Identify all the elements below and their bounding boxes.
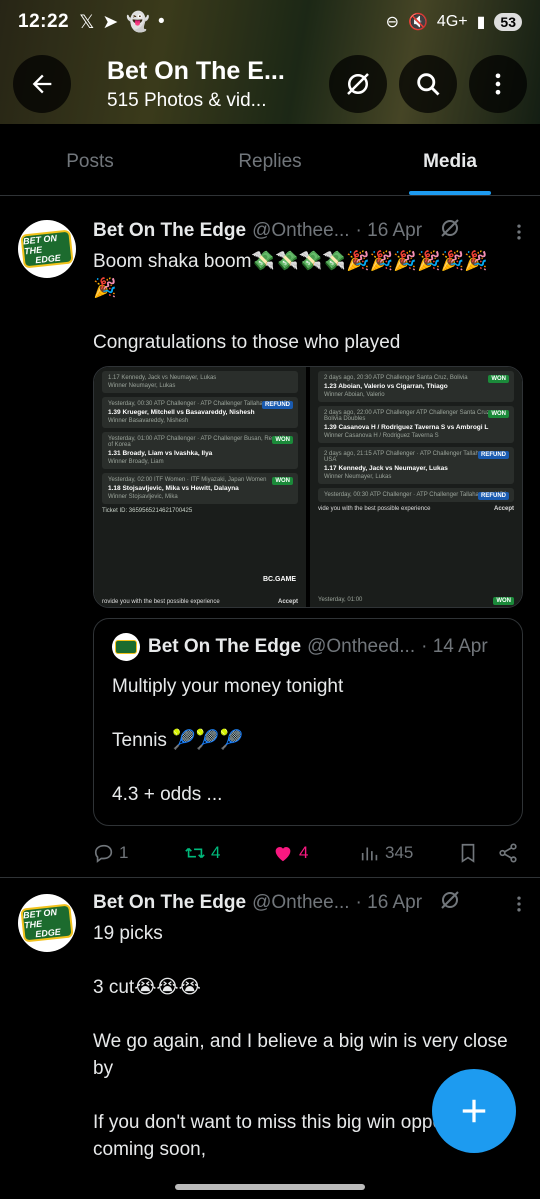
tweet-header: Bet On The Edge @Onthee... · 16 Apr (93, 888, 523, 918)
author-name[interactable]: Bet On The Edge (93, 220, 246, 242)
telegram-icon: ➤ (102, 11, 119, 33)
bet-on-the-edge-logo: BET ON THE EDGE (20, 229, 74, 269)
tweet-actions: 1 4 4 345 (93, 842, 523, 864)
reply-button[interactable]: 1 (93, 842, 183, 864)
more-vertical-icon (495, 73, 501, 95)
dot-icon: • (158, 11, 165, 32)
tweet-more-icon[interactable] (509, 222, 529, 248)
avatar[interactable]: BET ON THE EDGE (18, 894, 76, 952)
tweet-header: Bet On The Edge @Onthee... · 16 Apr (93, 216, 523, 246)
active-tab-indicator (409, 191, 491, 195)
quoted-tweet[interactable]: Bet On The Edge @Ontheed... · 14 Apr Mul… (93, 618, 523, 826)
media-image-right[interactable]: 2 days ago, 20:30 ATP Challenger Santa C… (310, 367, 522, 607)
quoted-author-handle: @Ontheed... (307, 636, 416, 657)
bet-card: 1.17 Kennedy, Jack vs Neumayer, Lukas Win… (102, 371, 298, 393)
signal-icon: ▮ (476, 14, 486, 31)
quoted-date: · 14 Apr (421, 636, 488, 657)
like-button[interactable]: 4 (271, 842, 359, 864)
plus-icon (462, 1099, 486, 1123)
bet-on-the-edge-logo: BET ON THE EDGE (20, 903, 74, 943)
quoted-avatar (112, 633, 140, 661)
views-button[interactable]: 345 (359, 842, 457, 864)
bookmark-button[interactable] (457, 842, 497, 864)
tweet-more-icon[interactable] (509, 894, 529, 920)
back-button[interactable] (13, 55, 71, 113)
more-options-button[interactable] (469, 55, 527, 113)
x-app-icon: 𝕏 (79, 11, 95, 33)
views-icon (361, 847, 378, 861)
bookmark-icon (461, 843, 475, 863)
status-bar: 12:22 𝕏 ➤ 👻 • ⊖ 🔇 4G+ ▮ 53 (0, 0, 540, 44)
mute-icon: 🔇 (408, 14, 428, 31)
media-count-subtitle: 515 Photos & vid... (107, 89, 267, 111)
header-bar: Bet On The E... 515 Photos & vid... (0, 44, 540, 124)
bc-game-logo: BC.GAME (262, 576, 296, 583)
tab-replies[interactable]: Replies (180, 124, 360, 195)
bet-card: Yesterday, 00:30 ATP Challenger · ATP Ch… (318, 488, 514, 502)
share-button[interactable] (497, 842, 519, 864)
profile-tabs: Posts Replies Media (0, 124, 540, 196)
tweet-date[interactable]: · 16 Apr (356, 892, 423, 914)
gesture-home-bar[interactable] (175, 1184, 365, 1190)
status-time: 12:22 (18, 11, 70, 32)
grok-icon[interactable] (438, 888, 462, 918)
tweet-media-grid[interactable]: 1.17 Kennedy, Jack vs Neumayer, Lukas Win… (93, 366, 523, 608)
share-icon (499, 843, 517, 863)
bet-card: 2 days ago, 22:00 ATP Challenger ATP Cha… (318, 406, 514, 443)
reply-icon (94, 844, 113, 863)
repost-icon (185, 847, 205, 859)
search-button[interactable] (399, 55, 457, 113)
tweet[interactable]: BET ON THE EDGE Bet On The Edge @Onthee.… (0, 202, 540, 878)
media-image-left[interactable]: 1.17 Kennedy, Jack vs Neumayer, Lukas Win… (94, 367, 306, 607)
profile-name-title: Bet On The E... (107, 56, 285, 85)
bet-card: Yesterday, 00:30 ATP Challenger · ATP Ch… (102, 397, 298, 428)
tweet-date[interactable]: · 16 Apr (356, 220, 423, 242)
author-handle: @Onthee... (252, 892, 350, 913)
bet-card: 2 days ago, 21:15 ATP Challenger · ATP C… (318, 447, 514, 484)
grok-button[interactable] (329, 55, 387, 113)
tab-media[interactable]: Media (360, 124, 540, 195)
back-arrow-icon (32, 74, 52, 94)
tab-posts[interactable]: Posts (0, 124, 180, 195)
bet-card: Yesterday, 02:00 ITF Women · ITF Miyazak… (102, 473, 298, 504)
avatar[interactable]: BET ON THE EDGE (18, 220, 76, 278)
author-name[interactable]: Bet On The Edge (93, 892, 246, 914)
tweet-text: Boom shaka boom💸💸💸💸🎉🎉🎉🎉🎉🎉 🎉 Congratulati… (93, 251, 488, 353)
quoted-text: Multiply your money tonight Tennis 🎾🎾🎾 4… (112, 676, 344, 805)
author-handle: @Onthee... (252, 220, 350, 241)
network-label: 4G+ (436, 13, 468, 30)
battery-icon: 53 (494, 13, 522, 31)
dnd-icon: ⊖ (385, 14, 399, 31)
search-icon (417, 73, 440, 96)
bet-card: Yesterday, 01:00 ATP Challenger · ATP Ch… (102, 432, 298, 469)
repost-button[interactable]: 4 (183, 842, 271, 864)
compose-button[interactable] (432, 1069, 516, 1153)
heart-icon (275, 847, 291, 862)
snapchat-icon: 👻 (126, 12, 151, 33)
quoted-author-name: Bet On The Edge (148, 636, 302, 657)
bet-card: 2 days ago, 20:30 ATP Challenger Santa C… (318, 371, 514, 402)
grok-icon (347, 73, 369, 95)
grok-icon[interactable] (438, 216, 462, 246)
